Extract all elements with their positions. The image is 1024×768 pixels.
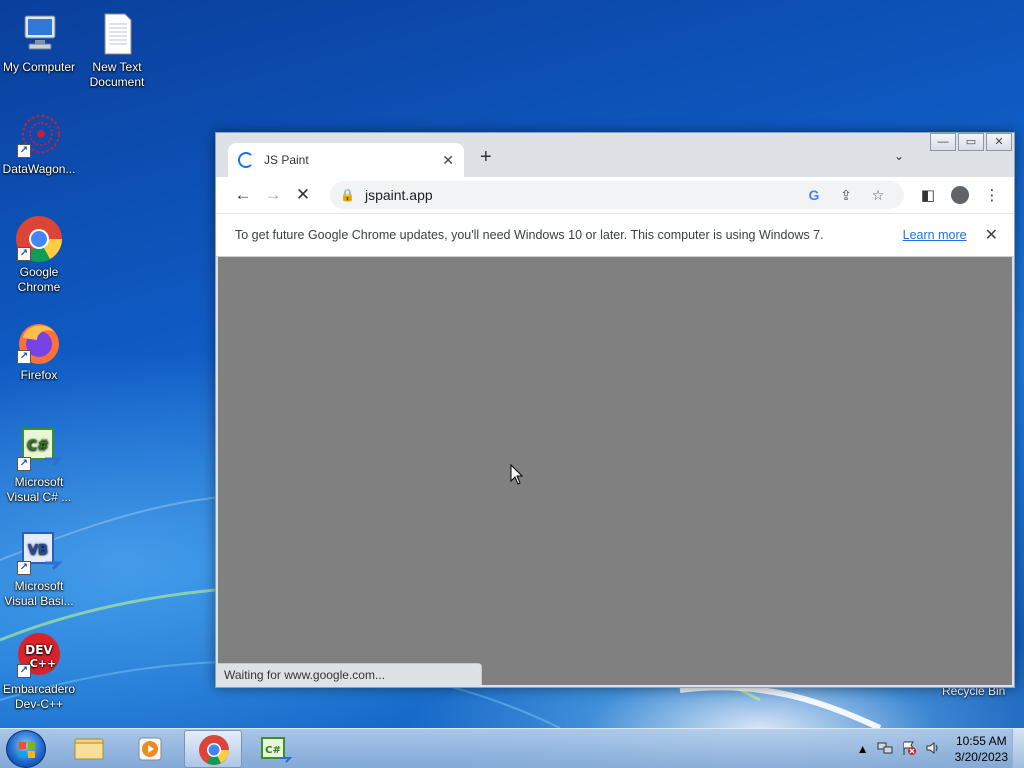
back-button[interactable]: ← — [228, 185, 258, 205]
shortcut-arrow-icon: ↗ — [17, 350, 31, 364]
tab-title: JS Paint — [264, 153, 309, 167]
svg-text:C++: C++ — [30, 657, 57, 670]
desktop-icon-firefox[interactable]: ↗ Firefox — [0, 318, 78, 383]
volume-icon[interactable] — [925, 741, 941, 758]
status-bubble: Waiting for www.google.com... — [218, 663, 482, 685]
text-document-icon — [93, 10, 141, 58]
shortcut-arrow-icon: ↗ — [17, 144, 31, 158]
lock-icon[interactable]: 🔒 — [340, 188, 355, 202]
network-icon[interactable] — [877, 741, 893, 758]
shortcut-arrow-icon: ↗ — [17, 561, 31, 575]
computer-icon — [15, 10, 63, 58]
svg-text:VB: VB — [28, 543, 48, 558]
chrome-icon — [199, 735, 229, 765]
datawagon-icon: ↗ — [15, 112, 63, 160]
desktop-icon-label: My Computer — [2, 60, 76, 74]
minimize-button[interactable]: — — [930, 133, 956, 151]
desktop-icon-label: New Text Document — [89, 60, 145, 89]
desktop-icon-label: Embarcadero Dev-C++ — [2, 682, 76, 711]
taskbar-media-player[interactable] — [122, 730, 180, 768]
infobar-close-icon[interactable]: ✕ — [985, 225, 998, 245]
desktop-icon-visual-basic[interactable]: VB ↗ Microsoft Visual Basi... — [0, 529, 78, 609]
update-infobar: To get future Google Chrome updates, you… — [216, 213, 1014, 257]
tab-js-paint[interactable]: JS Paint ✕ — [228, 143, 464, 177]
system-tray: ▲ 10:55 AM 3/20/2023 — [857, 729, 1008, 768]
new-tab-button[interactable]: + — [480, 146, 492, 169]
desktop-icon-label: Microsoft Visual Basi... — [4, 579, 74, 608]
desktop-icon-dev-cpp[interactable]: DEV C++ ↗ Embarcadero Dev-C++ — [0, 632, 78, 712]
stop-loading-button[interactable]: ✕ — [288, 185, 318, 205]
taskbar-visual-csharp[interactable]: C# — [246, 730, 304, 768]
svg-text:DEV: DEV — [25, 643, 53, 657]
google-lens-icon[interactable]: G — [798, 187, 830, 203]
tab-close-icon[interactable]: ✕ — [442, 152, 454, 169]
learn-more-link[interactable]: Learn more — [903, 228, 967, 242]
show-desktop-button[interactable] — [1012, 729, 1024, 768]
folder-icon — [74, 738, 104, 760]
profile-avatar[interactable] — [944, 186, 976, 204]
side-panel-icon[interactable]: ◧ — [912, 186, 944, 204]
svg-text:C#: C# — [265, 745, 281, 756]
avatar-icon — [951, 186, 969, 204]
clock[interactable]: 10:55 AM 3/20/2023 — [955, 733, 1008, 765]
address-bar[interactable]: 🔒 jspaint.app G ⇪ ☆ — [330, 181, 904, 209]
shortcut-arrow-icon: ↗ — [17, 664, 31, 678]
window-controls: — ▭ ✕ — [928, 133, 1012, 151]
dev-cpp-icon: DEV C++ ↗ — [15, 632, 63, 680]
desktop-icon-my-computer[interactable]: My Computer — [0, 10, 78, 75]
firefox-icon: ↗ — [15, 318, 63, 366]
svg-text:C#: C# — [27, 438, 49, 454]
desktop-icon-label: Google Chrome — [17, 265, 61, 294]
desktop-icon-new-text-document[interactable]: New Text Document — [78, 10, 156, 90]
desktop-icon-datawagon[interactable]: ↗ DataWagon... — [0, 112, 78, 177]
media-player-icon — [138, 737, 162, 761]
desktop-icon-google-chrome[interactable]: ↗ Google Chrome — [0, 215, 78, 295]
bookmark-star-icon[interactable]: ☆ — [862, 187, 894, 204]
mouse-cursor-icon — [510, 464, 524, 485]
visual-csharp-icon: C# ↗ — [15, 425, 63, 473]
desktop: My Computer New Text Document ↗ DataWago… — [0, 0, 1024, 728]
desktop-icon-visual-csharp[interactable]: C# ↗ Microsoft Visual C# ... — [0, 425, 78, 505]
visual-csharp-icon: C# — [261, 737, 293, 763]
start-button[interactable] — [6, 730, 46, 768]
url-text[interactable]: jspaint.app — [365, 187, 798, 203]
infobar-message: To get future Google Chrome updates, you… — [235, 228, 824, 242]
forward-button[interactable]: → — [258, 185, 288, 205]
taskbar-explorer[interactable] — [60, 730, 118, 768]
clock-date: 3/20/2023 — [954, 750, 1008, 764]
browser-toolbar: ← → ✕ 🔒 jspaint.app G ⇪ ☆ ◧ ⋮ — [216, 177, 1014, 213]
clock-time: 10:55 AM — [955, 734, 1007, 748]
taskbar-chrome[interactable] — [184, 730, 242, 768]
desktop-icon-label: Firefox — [20, 368, 58, 382]
chrome-menu-icon[interactable]: ⋮ — [976, 186, 1008, 204]
shortcut-arrow-icon: ↗ — [17, 457, 31, 471]
close-window-button[interactable]: ✕ — [986, 133, 1012, 151]
chrome-icon: ↗ — [15, 215, 63, 263]
page-content[interactable] — [218, 257, 1012, 685]
browser-window: — ▭ ✕ JS Paint ✕ + ⌄ ← → ✕ 🔒 jspaint.app… — [215, 132, 1015, 688]
action-center-flag-icon[interactable] — [901, 740, 917, 759]
desktop-icon-label: Microsoft Visual C# ... — [6, 475, 72, 504]
visual-basic-icon: VB ↗ — [15, 529, 63, 577]
loading-spinner-icon — [238, 152, 254, 168]
windows-flag-icon — [19, 742, 35, 758]
taskbar: C# ▲ 10:55 AM 3/20/2023 — [0, 728, 1024, 768]
desktop-icon-label: DataWagon... — [2, 162, 76, 176]
tab-search-chevron-icon[interactable]: ⌄ — [894, 149, 904, 163]
share-icon[interactable]: ⇪ — [830, 187, 862, 204]
show-hidden-icons-button[interactable]: ▲ — [857, 742, 869, 756]
shortcut-arrow-icon: ↗ — [17, 247, 31, 261]
maximize-button[interactable]: ▭ — [958, 133, 984, 151]
